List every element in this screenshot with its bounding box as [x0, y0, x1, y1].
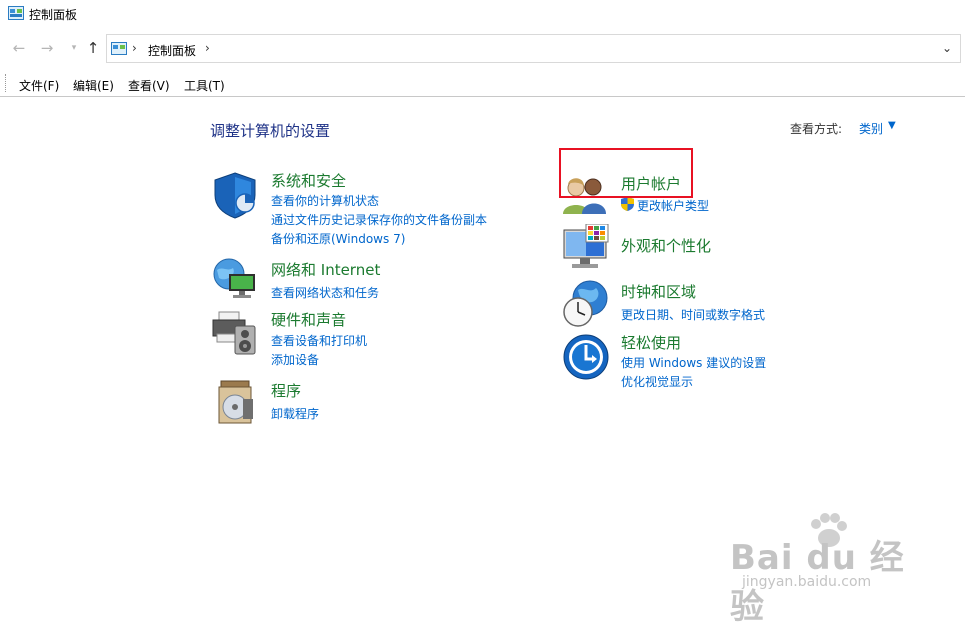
- category-system-security-title[interactable]: 系统和安全: [271, 170, 346, 191]
- view-by-label: 查看方式:: [790, 122, 843, 136]
- category-network-title[interactable]: 网络和 Internet: [271, 259, 380, 280]
- link-network-status[interactable]: 查看网络状态和任务: [271, 284, 379, 301]
- programs-disc-icon[interactable]: [213, 379, 261, 427]
- link-file-history-backup[interactable]: 通过文件历史记录保存你的文件备份副本: [271, 211, 487, 228]
- link-view-computer-status[interactable]: 查看你的计算机状态: [271, 192, 379, 209]
- link-change-date-time-format[interactable]: 更改日期、时间或数字格式: [621, 306, 765, 323]
- link-optimize-visual-display[interactable]: 优化视觉显示: [621, 373, 693, 390]
- view-by-dropdown[interactable]: 类别: [859, 120, 883, 137]
- category-ease-of-access-title[interactable]: 轻松使用: [621, 332, 681, 353]
- control-panel-icon: [8, 6, 24, 20]
- link-devices-printers[interactable]: 查看设备和打印机: [271, 332, 367, 349]
- category-programs-title[interactable]: 程序: [271, 380, 301, 401]
- address-dropdown-chevron-icon[interactable]: ⌄: [942, 41, 952, 55]
- menu-grip: [5, 74, 6, 92]
- watermark-url: jingyan.baidu.com: [742, 574, 872, 590]
- printer-speaker-icon[interactable]: [211, 308, 259, 356]
- window-title: 控制面板: [29, 8, 78, 22]
- baidu-watermark: Bai du 经验 jingyan.baidu.com: [730, 513, 920, 627]
- menu-bar: 文件(F) 编辑(E) 查看(V) 工具(T): [0, 70, 965, 97]
- up-arrow-icon[interactable]: ↑: [85, 40, 101, 56]
- menu-file[interactable]: 文件(F): [19, 77, 59, 94]
- back-arrow-icon[interactable]: ←: [11, 40, 27, 56]
- highlight-box: [559, 148, 693, 198]
- navigation-bar: ← → ▾ ↑ › 控制面板 › ⌄: [0, 32, 965, 66]
- page-title: 调整计算机的设置: [210, 122, 331, 140]
- category-clock-region-title[interactable]: 时钟和区域: [621, 281, 696, 302]
- link-uninstall-program[interactable]: 卸载程序: [271, 405, 319, 422]
- control-panel-icon: [111, 42, 127, 55]
- breadcrumb-separator-icon[interactable]: ›: [205, 41, 210, 55]
- category-appearance-title[interactable]: 外观和个性化: [621, 235, 711, 256]
- ease-of-access-icon[interactable]: [562, 333, 610, 381]
- breadcrumb-control-panel[interactable]: 控制面板: [148, 42, 196, 59]
- uac-shield-icon: [621, 197, 634, 211]
- address-bar[interactable]: › 控制面板 › ⌄: [106, 34, 961, 63]
- view-by-caret-icon[interactable]: ▼: [888, 120, 896, 131]
- title-bar: 控制面板: [0, 0, 965, 28]
- appearance-monitor-icon[interactable]: [562, 224, 610, 272]
- forward-arrow-icon[interactable]: →: [39, 40, 55, 56]
- menu-edit[interactable]: 编辑(E): [73, 77, 114, 94]
- menu-view[interactable]: 查看(V): [128, 77, 170, 94]
- link-add-device[interactable]: 添加设备: [271, 351, 319, 368]
- link-backup-restore[interactable]: 备份和还原(Windows 7): [271, 230, 405, 247]
- clock-globe-icon[interactable]: [562, 280, 610, 328]
- menu-tools[interactable]: 工具(T): [184, 77, 225, 94]
- recent-locations-chevron-icon[interactable]: ▾: [66, 40, 82, 56]
- category-hardware-sound-title[interactable]: 硬件和声音: [271, 309, 346, 330]
- shield-icon[interactable]: [211, 171, 259, 219]
- link-change-account-type[interactable]: 更改帐户类型: [637, 197, 709, 214]
- breadcrumb-separator-icon[interactable]: ›: [132, 41, 137, 55]
- link-recommended-settings[interactable]: 使用 Windows 建议的设置: [621, 354, 766, 371]
- network-globe-icon[interactable]: [211, 256, 259, 304]
